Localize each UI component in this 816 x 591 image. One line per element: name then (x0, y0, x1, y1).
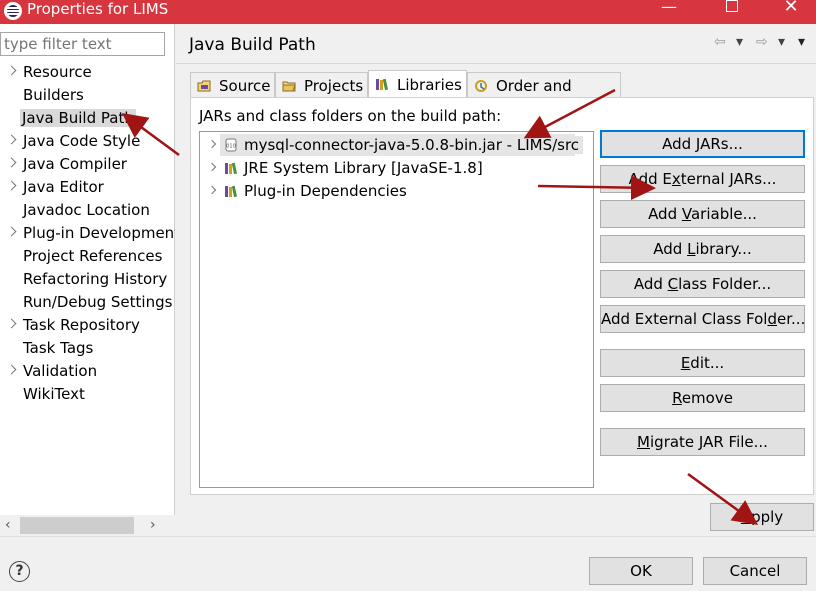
title-bar: Properties for LIMS — ✕ (0, 0, 816, 24)
libraries-icon (376, 78, 388, 91)
source-folder-icon (197, 80, 211, 92)
expand-chevron-icon[interactable] (6, 364, 17, 375)
sidebar-item-run-debug-settings[interactable]: Run/Debug Settings (0, 291, 175, 314)
sidebar-item-label: WikiText (23, 385, 85, 403)
ok-button[interactable]: OK (589, 557, 693, 585)
scrollbar-thumb[interactable] (20, 517, 134, 534)
add-external-jars-button[interactable]: Add External JARs... (600, 165, 805, 193)
library-icon (225, 185, 237, 198)
migrate-jar-button[interactable]: Migrate JAR File... (600, 428, 805, 456)
back-menu-icon[interactable]: ▾ (736, 34, 743, 50)
sidebar-item-validation[interactable]: Validation (0, 360, 175, 383)
expand-chevron-icon[interactable] (6, 134, 17, 145)
sidebar-item-task-repository[interactable]: Task Repository (0, 314, 175, 337)
tab-projects[interactable]: Projects (275, 72, 368, 98)
sidebar-item-label: Validation (23, 362, 98, 380)
jar-icon: 010 (225, 138, 237, 152)
edit-button[interactable]: Edit... (600, 349, 805, 377)
sidebar-item-label: Java Compiler (23, 155, 127, 173)
sidebar-item-plug-in-development[interactable]: Plug-in Development (0, 222, 175, 245)
expand-chevron-icon[interactable] (6, 157, 17, 168)
projects-icon (282, 81, 296, 92)
horizontal-scrollbar[interactable]: ‹ › (0, 515, 175, 535)
window-title: Properties for LIMS (27, 0, 169, 18)
scroll-right-icon[interactable]: › (150, 517, 156, 533)
forward-icon[interactable]: ⇨ (756, 34, 768, 50)
add-library-button[interactable]: Add Library... (600, 235, 805, 263)
tab-source[interactable]: Source (190, 72, 275, 98)
tab-libraries-label: Libraries (397, 76, 462, 94)
expand-chevron-icon[interactable] (6, 226, 17, 237)
expand-chevron-icon[interactable] (207, 162, 217, 172)
expand-chevron-icon[interactable] (6, 318, 17, 329)
scroll-left-icon[interactable]: ‹ (5, 517, 11, 533)
remove-button[interactable]: Remove (600, 384, 805, 412)
tab-order-export[interactable]: Order and Export (467, 72, 621, 113)
list-item[interactable]: JRE System Library [JavaSE-1.8] (200, 157, 593, 179)
maximize-button[interactable] (709, 0, 755, 24)
sidebar-item-java-compiler[interactable]: Java Compiler (0, 153, 175, 176)
minimize-button[interactable]: — (646, 0, 692, 24)
sidebar-item-resource[interactable]: Resource (0, 61, 175, 84)
list-item-label: mysql-connector-java-5.0.8-bin.jar - LIM… (244, 136, 584, 154)
page-title: Java Build Path (189, 35, 316, 55)
sidebar-item-project-references[interactable]: Project References (0, 245, 175, 268)
add-external-class-folder-button[interactable]: Add External Class Folder... (600, 305, 805, 333)
footer-divider (0, 536, 816, 537)
sidebar-item-label: Run/Debug Settings (23, 293, 173, 311)
order-export-icon (475, 80, 487, 92)
sidebar-item-label: Plug-in Development (23, 224, 175, 242)
add-variable-button[interactable]: Add Variable... (600, 200, 805, 228)
maximize-icon (726, 0, 738, 12)
expand-chevron-icon[interactable] (207, 139, 217, 149)
sidebar-item-task-tags[interactable]: Task Tags (0, 337, 175, 360)
sidebar-item-builders[interactable]: Builders (0, 84, 175, 107)
tab-libraries[interactable]: Libraries (368, 70, 467, 98)
sidebar-item-label: Java Build Path (20, 109, 136, 127)
help-icon[interactable]: ? (9, 561, 30, 582)
sidebar-item-label: Javadoc Location (23, 201, 150, 219)
view-menu-icon[interactable]: ▾ (798, 34, 805, 50)
filter-input[interactable] (0, 32, 165, 56)
sidebar-item-java-code-style[interactable]: Java Code Style (0, 130, 175, 153)
header-divider (176, 63, 816, 64)
page-navigation: ⇦ ▾ ⇨ ▾ ▾ (714, 34, 814, 54)
expand-chevron-icon[interactable] (6, 180, 17, 191)
expand-chevron-icon[interactable] (207, 185, 217, 195)
tab-source-label: Source (219, 77, 271, 95)
add-jars-button[interactable]: Add JARs... (600, 130, 805, 158)
close-button[interactable]: ✕ (768, 0, 814, 24)
expand-chevron-icon[interactable] (6, 65, 17, 76)
list-item-label: Plug-in Dependencies (244, 182, 407, 200)
sidebar-item-label: Refactoring History (23, 270, 168, 288)
eclipse-icon (4, 2, 22, 20)
sidebar-item-label: Resource (23, 63, 92, 81)
svg-text:010: 010 (226, 144, 236, 150)
sidebar-item-refactoring-history[interactable]: Refactoring History (0, 268, 175, 291)
cancel-button[interactable]: Cancel (703, 557, 807, 585)
sidebar-item-java-editor[interactable]: Java Editor (0, 176, 175, 199)
list-item-label: JRE System Library [JavaSE-1.8] (244, 159, 483, 177)
sidebar-item-label: Java Editor (23, 178, 104, 196)
build-path-list[interactable]: 010 mysql-connector-java-5.0.8-bin.jar -… (199, 131, 594, 488)
forward-menu-icon[interactable]: ▾ (778, 34, 785, 50)
sidebar-item-javadoc-location[interactable]: Javadoc Location (0, 199, 175, 222)
list-item[interactable]: Plug-in Dependencies (200, 180, 593, 202)
sidebar: Resource Builders Java Build Path Java Code… (0, 24, 175, 535)
tab-projects-label: Projects (304, 77, 364, 95)
sidebar-item-wikitext[interactable]: WikiText (0, 383, 175, 406)
sidebar-item-label: Task Tags (23, 339, 94, 357)
sidebar-item-label: Task Repository (23, 316, 140, 334)
sidebar-item-label: Builders (23, 86, 84, 104)
library-icon (225, 162, 237, 175)
sidebar-item-label: Java Code Style (23, 132, 141, 150)
list-item[interactable]: 010 mysql-connector-java-5.0.8-bin.jar -… (200, 134, 593, 156)
libraries-heading: JARs and class folders on the build path… (199, 107, 502, 125)
sidebar-item-label: Project References (23, 247, 163, 265)
add-class-folder-button[interactable]: Add Class Folder... (600, 270, 805, 298)
apply-button[interactable]: Apply (710, 503, 814, 531)
sidebar-item-java-build-path[interactable]: Java Build Path (0, 107, 175, 130)
back-icon[interactable]: ⇦ (714, 34, 726, 50)
